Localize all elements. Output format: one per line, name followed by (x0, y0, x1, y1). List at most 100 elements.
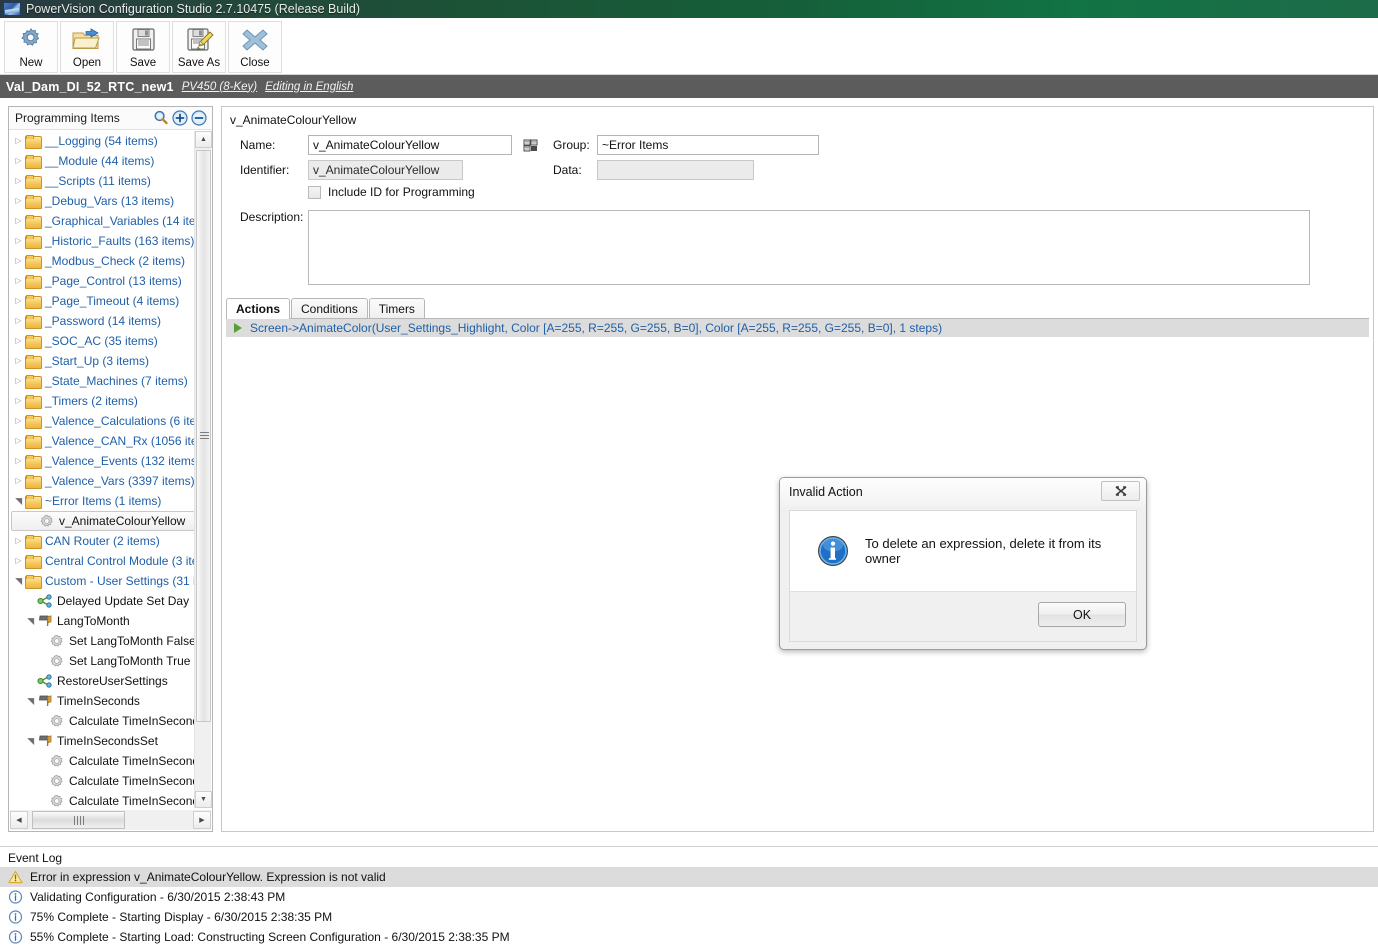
tree-item[interactable]: _Valence_CAN_Rx (1056 items) (10, 431, 196, 451)
tree-item[interactable]: Delayed Update Set Day (10, 591, 196, 611)
tree-item[interactable]: Set LangToMonth True (10, 651, 196, 671)
group-input[interactable] (597, 135, 819, 155)
tree-item[interactable]: Calculate TimeInSecondsSe (10, 771, 196, 791)
search-icon[interactable] (152, 109, 170, 127)
tree-vscroll-thumb[interactable] (196, 150, 211, 722)
tree-item-selected[interactable]: v_AnimateColourYellow (11, 511, 195, 531)
event-log-row[interactable]: 55% Complete - Starting Load: Constructi… (0, 927, 1378, 947)
tree-item[interactable]: _Valence_Calculations (6 items) (10, 411, 196, 431)
tree-expander-icon[interactable] (24, 737, 37, 746)
expand-all-icon[interactable] (171, 109, 189, 127)
tree-item[interactable]: __Logging (54 items) (10, 131, 196, 151)
tree-expander-icon[interactable] (12, 237, 25, 245)
tree-item[interactable]: _Historic_Faults (163 items) (10, 231, 196, 251)
tree-expander-icon[interactable] (12, 297, 25, 305)
language-link[interactable]: Editing in English (265, 81, 353, 93)
event-log-row[interactable]: Error in expression v_AnimateColourYello… (0, 867, 1378, 887)
tree-item[interactable]: Set LangToMonth False (10, 631, 196, 651)
device-link[interactable]: PV450 (8-Key) (182, 81, 257, 93)
scroll-left-button[interactable]: ◀ (10, 811, 28, 829)
scroll-down-button[interactable]: ▼ (195, 791, 212, 808)
tree-expander-icon[interactable] (12, 497, 25, 506)
tree-item[interactable]: CAN Router (2 items) (10, 531, 196, 551)
tree-item[interactable]: Central Control Module (3 items) (10, 551, 196, 571)
name-input[interactable] (308, 135, 512, 155)
tree-item[interactable]: __Scripts (11 items) (10, 171, 196, 191)
event-log-row[interactable]: Validating Configuration - 6/30/2015 2:3… (0, 887, 1378, 907)
new-button[interactable]: New (4, 21, 58, 73)
tree-item[interactable]: _SOC_AC (35 items) (10, 331, 196, 351)
tree-expander-icon[interactable] (12, 357, 25, 365)
tree-expander-icon[interactable] (12, 337, 25, 345)
programming-items-tree[interactable]: __Logging (54 items) __Module (44 items) _… (10, 131, 196, 808)
tree-item[interactable]: _Valence_Events (132 items) (10, 451, 196, 471)
find-icon[interactable] (522, 137, 539, 154)
tree-item[interactable]: TimeInSeconds (10, 691, 196, 711)
editor-tabs[interactable]: Actions Conditions Timers (226, 297, 1369, 319)
tree-expander-icon[interactable] (12, 397, 25, 405)
tree-expander-icon[interactable] (12, 257, 25, 265)
tree-item[interactable]: _Password (14 items) (10, 311, 196, 331)
tree-item[interactable]: ~Error Items (1 items) (10, 491, 196, 511)
tree-item[interactable]: TimeInSecondsSet (10, 731, 196, 751)
tree-vertical-scrollbar[interactable]: ▲ ▼ (194, 131, 212, 808)
tree-expander-icon[interactable] (12, 537, 25, 545)
tree-hscroll-thumb[interactable] (32, 811, 125, 829)
tree-expander-icon[interactable] (12, 277, 25, 285)
tree-expander-icon[interactable] (12, 577, 25, 586)
tree-item[interactable]: Custom - User Settings (31 items) (10, 571, 196, 591)
tree-expander-icon[interactable] (12, 557, 25, 565)
tree-expander-icon[interactable] (12, 437, 25, 445)
tree-item[interactable]: _Graphical_Variables (14 items) (10, 211, 196, 231)
tree-expander-icon[interactable] (12, 197, 25, 205)
tree-item[interactable]: _Page_Timeout (4 items) (10, 291, 196, 311)
tree-item[interactable]: Calculate TimeInSecondsSe (10, 791, 196, 808)
save-button[interactable]: Save (116, 21, 170, 73)
tree-expander-icon[interactable] (12, 157, 25, 165)
include-id-checkbox[interactable] (308, 185, 321, 199)
tree-expander-icon[interactable] (12, 317, 25, 325)
tree-item[interactable]: _Valence_Vars (3397 items) (10, 471, 196, 491)
event-log-rows[interactable]: Error in expression v_AnimateColourYello… (0, 867, 1378, 947)
tree-item[interactable]: __Module (44 items) (10, 151, 196, 171)
tab-timers[interactable]: Timers (368, 298, 425, 318)
include-id-row[interactable]: Include ID for Programming (308, 185, 475, 199)
tab-actions[interactable]: Actions (226, 298, 291, 319)
event-log-text: Validating Configuration - 6/30/2015 2:3… (30, 890, 286, 904)
description-textarea[interactable] (308, 210, 1310, 285)
close-icon[interactable] (1101, 481, 1140, 501)
tree-item[interactable]: _Debug_Vars (13 items) (10, 191, 196, 211)
tree-item[interactable]: Calculate TimeInSecondsSe (10, 751, 196, 771)
save-as-button[interactable]: Save As (172, 21, 226, 73)
scroll-right-button[interactable]: ▶ (193, 811, 211, 829)
tree-expander-icon[interactable] (24, 697, 37, 706)
tree-expander-icon[interactable] (12, 477, 25, 485)
tab-conditions[interactable]: Conditions (291, 298, 368, 318)
tree-item[interactable]: Calculate TimeInSeconds (10, 711, 196, 731)
tree-item[interactable]: _Modbus_Check (2 items) (10, 251, 196, 271)
tree-item[interactable]: _Start_Up (3 items) (10, 351, 196, 371)
scroll-up-button[interactable]: ▲ (195, 131, 212, 148)
ok-button[interactable]: OK (1038, 602, 1126, 627)
open-button[interactable]: Open (60, 21, 114, 73)
event-log-row[interactable]: 75% Complete - Starting Display - 6/30/2… (0, 907, 1378, 927)
tree-expander-icon[interactable] (12, 137, 25, 145)
tree-item[interactable]: LangToMonth (10, 611, 196, 631)
tree-expander-icon[interactable] (12, 217, 25, 225)
gear-icon (49, 634, 65, 648)
folder-icon (25, 174, 42, 189)
tree-expander-icon[interactable] (12, 417, 25, 425)
tree-expander-icon[interactable] (12, 457, 25, 465)
close-button[interactable]: Close (228, 21, 282, 73)
action-list-item[interactable]: Screen->AnimateColor(User_Settings_Highl… (226, 319, 1369, 337)
tree-expander-icon[interactable] (12, 377, 25, 385)
tree-item[interactable]: _Timers (2 items) (10, 391, 196, 411)
collapse-all-icon[interactable] (190, 109, 208, 127)
tree-expander-icon[interactable] (24, 617, 37, 626)
tree-expander-icon[interactable] (12, 177, 25, 185)
tree-horizontal-scrollbar[interactable]: ◀ ▶ (10, 810, 211, 830)
tree-item[interactable]: _Page_Control (13 items) (10, 271, 196, 291)
tree-item[interactable]: _State_Machines (7 items) (10, 371, 196, 391)
tree-item[interactable]: RestoreUserSettings (10, 671, 196, 691)
actions-list[interactable]: Screen->AnimateColor(User_Settings_Highl… (226, 319, 1369, 337)
